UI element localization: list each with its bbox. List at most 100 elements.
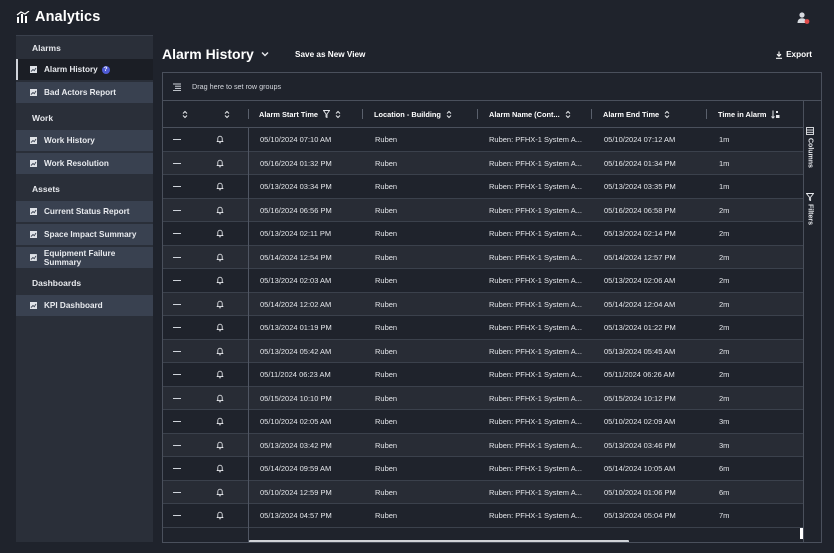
bell-icon[interactable] <box>216 222 224 245</box>
bell-icon[interactable] <box>216 246 224 269</box>
table-row[interactable]: 05/13/2024 05:42 AM Ruben Ruben: PFHX-1 Sy… <box>163 339 803 363</box>
cell-location-building: Ruben <box>375 135 398 144</box>
table-row[interactable]: 05/10/2024 12:59 PM Ruben Ruben: PFHX-1 Sy… <box>163 480 803 504</box>
filters-tab[interactable]: Filters <box>806 193 814 225</box>
table-row[interactable]: 05/14/2024 12:54 PM Ruben Ruben: PFHX-1 Sy… <box>163 245 803 269</box>
table-row[interactable]: 05/13/2024 01:19 PM Ruben Ruben: PFHX-1 Sy… <box>163 316 803 340</box>
cell-alarm-name: Ruben: PFHX-1 System A... <box>489 370 582 379</box>
row-collapse-control[interactable] <box>173 269 181 292</box>
chevron-down-icon[interactable] <box>259 48 271 60</box>
dash-icon <box>173 209 181 211</box>
cell-time-in-alarm: 2m <box>719 299 730 309</box>
sort-col-1-header[interactable] <box>177 101 188 127</box>
sidebar-item-bad-actors-report[interactable]: Bad Actors Report <box>16 82 153 104</box>
table-row[interactable]: 05/13/2024 04:57 PM Ruben Ruben: PFHX-1 Sy… <box>163 504 803 528</box>
row-collapse-control[interactable] <box>173 410 181 433</box>
sidebar-item-current-status-report[interactable]: Current Status Report <box>16 200 153 222</box>
table-row[interactable]: 05/13/2024 03:42 PM Ruben Ruben: PFHX-1 Sy… <box>163 433 803 457</box>
save-as-new-view-button[interactable]: Save as New View <box>295 50 365 59</box>
sidebar-item-kpi-dashboard[interactable]: KPI Dashboard <box>16 294 153 316</box>
bell-icon[interactable] <box>216 457 224 480</box>
table-row[interactable]: 05/13/2024 03:34 PM Ruben Ruben: PFHX-1 Sy… <box>163 175 803 199</box>
bell-icon[interactable] <box>216 481 224 504</box>
table-row[interactable]: 05/15/2024 10:10 PM Ruben Ruben: PFHX-1 Sy… <box>163 386 803 410</box>
cell-location-building: Ruben <box>375 346 398 356</box>
row-collapse-control[interactable] <box>173 340 181 363</box>
sort-col-2-header[interactable] <box>219 101 230 127</box>
table-row[interactable]: 05/11/2024 06:23 AM Ruben Ruben: PFHX-1 Sy… <box>163 363 803 387</box>
column-separator[interactable] <box>362 109 363 119</box>
dash-icon <box>173 256 181 258</box>
table-row[interactable]: 05/13/2024 02:11 PM Ruben Ruben: PFHX-1 Sy… <box>163 222 803 246</box>
bell-icon[interactable] <box>216 175 224 198</box>
sidebar-item-equipment-failure-summary[interactable]: Equipment Failure Summary <box>16 247 153 269</box>
header-time-in-alarm[interactable]: Time in Alarm <box>718 101 780 127</box>
bell-icon[interactable] <box>216 316 224 339</box>
horizontal-scrollbar[interactable] <box>249 540 629 542</box>
sidebar-item-label: Space Impact Summary <box>44 229 137 239</box>
sidebar-item-alarm-history[interactable]: Alarm History? <box>16 59 153 80</box>
row-collapse-control[interactable] <box>173 293 181 316</box>
row-collapse-control[interactable] <box>173 128 181 151</box>
header-location-building[interactable]: Location - Building <box>374 101 452 127</box>
row-collapse-control[interactable] <box>173 504 181 527</box>
row-collapse-control[interactable] <box>173 387 181 410</box>
row-collapse-control[interactable] <box>173 481 181 504</box>
column-separator[interactable] <box>706 109 707 119</box>
vertical-scrollbar[interactable] <box>800 528 803 539</box>
bell-icon[interactable] <box>216 269 224 292</box>
bell-icon[interactable] <box>216 293 224 316</box>
bell-icon[interactable] <box>216 340 224 363</box>
table-row[interactable]: 05/13/2024 02:03 AM Ruben Ruben: PFHX-1 Sy… <box>163 269 803 293</box>
row-collapse-control[interactable] <box>173 246 181 269</box>
report-icon <box>30 160 37 168</box>
app-logo[interactable]: Analytics <box>16 9 100 25</box>
cell-alarm-end-time: 05/14/2024 12:04 AM <box>604 299 676 309</box>
user-icon[interactable] <box>796 11 810 25</box>
column-separator[interactable] <box>477 109 478 119</box>
table-row[interactable]: 05/14/2024 09:59 AM Ruben Ruben: PFHX-1 Sy… <box>163 457 803 481</box>
row-collapse-control[interactable] <box>173 199 181 222</box>
cell-time-in-alarm: 2m <box>719 393 730 403</box>
cell-alarm-start-time: 05/14/2024 12:54 PM <box>260 252 332 262</box>
cell-alarm-name: Ruben: PFHX-1 System A... <box>489 182 582 191</box>
sidebar-item-work-history[interactable]: Work History <box>16 129 153 151</box>
column-separator[interactable] <box>248 109 249 119</box>
bell-icon[interactable] <box>216 199 224 222</box>
row-collapse-control[interactable] <box>173 363 181 386</box>
bell-icon[interactable] <box>216 434 224 457</box>
cell-alarm-start-time: 05/10/2024 02:05 AM <box>260 417 332 426</box>
dash-icon <box>173 515 181 516</box>
page-title: Alarm History <box>162 46 254 62</box>
bell-icon[interactable] <box>216 363 224 386</box>
row-collapse-control[interactable] <box>173 434 181 457</box>
table-row[interactable]: 05/10/2024 02:05 AM Ruben Ruben: PFHX-1 Sy… <box>163 410 803 434</box>
sidebar-item-work-resolution[interactable]: Work Resolution <box>16 153 153 175</box>
columns-tab[interactable]: Columns <box>806 127 814 168</box>
bell-icon[interactable] <box>216 387 224 410</box>
cell-alarm-end-time: 05/13/2024 01:22 PM <box>604 323 676 332</box>
table-row[interactable]: 05/10/2024 07:10 AM Ruben Ruben: PFHX-1 Sy… <box>163 128 803 152</box>
cell-location-building: Ruben <box>375 464 398 473</box>
row-collapse-control[interactable] <box>173 316 181 339</box>
row-collapse-control[interactable] <box>173 457 181 480</box>
row-collapse-control[interactable] <box>173 152 181 175</box>
row-collapse-control[interactable] <box>173 175 181 198</box>
bell-icon[interactable] <box>216 128 224 151</box>
bell-icon[interactable] <box>216 152 224 175</box>
export-button[interactable]: Export <box>775 50 812 59</box>
header-alarm-start-time[interactable]: Alarm Start Time <box>259 101 341 127</box>
sidebar-item-space-impact-summary[interactable]: Space Impact Summary <box>16 223 153 245</box>
header-alarm-end-time[interactable]: Alarm End Time <box>603 101 670 127</box>
table-row[interactable]: 05/16/2024 01:32 PM Ruben Ruben: PFHX-1 Sy… <box>163 151 803 175</box>
cell-alarm-start-time: 05/13/2024 02:03 AM <box>260 276 332 285</box>
table-row[interactable]: 05/14/2024 12:02 AM Ruben Ruben: PFHX-1 Sy… <box>163 292 803 316</box>
bell-icon[interactable] <box>216 504 224 527</box>
table-row[interactable]: 05/16/2024 06:56 PM Ruben Ruben: PFHX-1 Sy… <box>163 198 803 222</box>
header-alarm-name[interactable]: Alarm Name (Cont... <box>489 101 571 127</box>
filter-icon[interactable] <box>323 110 331 118</box>
row-collapse-control[interactable] <box>173 222 181 245</box>
bell-icon[interactable] <box>216 410 224 433</box>
column-separator[interactable] <box>591 109 592 119</box>
row-group-drop-zone[interactable]: Drag here to set row groups <box>163 73 821 101</box>
